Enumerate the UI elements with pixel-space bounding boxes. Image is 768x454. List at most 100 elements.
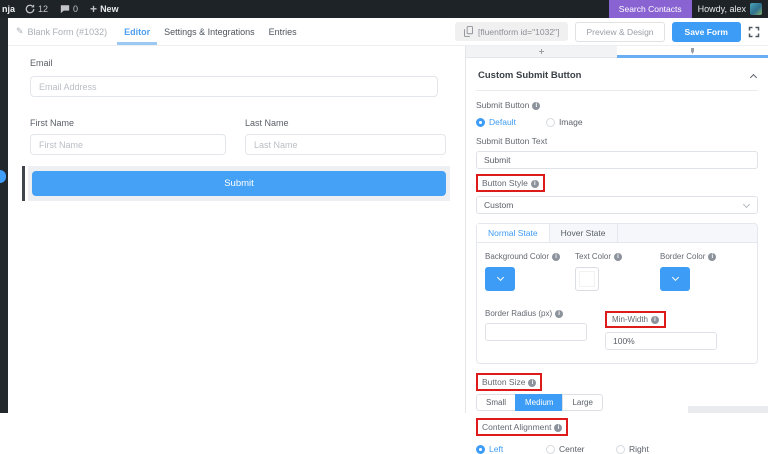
info-icon [528, 379, 536, 387]
info-icon [708, 253, 716, 261]
customization-tab-icon [690, 48, 695, 54]
alignment-radio-group: Left Center Right [476, 444, 758, 454]
min-width-annotation: Min-Width [605, 311, 666, 328]
panel-body: Custom Submit Button Submit Button Defau… [466, 58, 768, 454]
button-style-label: Button Style [482, 178, 539, 188]
comments-indicator[interactable]: 0 [54, 0, 84, 18]
tab-settings-integrations[interactable]: Settings & Integrations [157, 18, 262, 45]
submit-button-text-input[interactable] [476, 151, 758, 169]
site-name-menu[interactable]: nja [0, 4, 19, 14]
tab-customization[interactable] [617, 46, 768, 58]
min-width-input[interactable] [605, 332, 717, 350]
wp-admin-bar: nja 12 0 + New Search Contacts Howdy, al… [0, 0, 768, 18]
pencil-icon: ✎ [16, 26, 24, 37]
update-icon [25, 4, 35, 14]
new-content-menu[interactable]: + New [84, 0, 125, 18]
section-title: Custom Submit Button [478, 70, 581, 81]
last-name-field[interactable] [245, 134, 446, 155]
shortcode-label: [fluentform id="1032"] [478, 27, 559, 37]
updates-indicator[interactable]: 12 [19, 0, 54, 18]
info-icon [531, 180, 539, 188]
border-radius-label: Border Radius (px) [485, 309, 605, 318]
background-color-label: Background Color [485, 252, 575, 261]
radio-align-left[interactable]: Left [476, 444, 546, 454]
text-color-label: Text Color [575, 252, 660, 261]
color-settings-row: Background Color Text Color Border Color [485, 252, 749, 296]
chevron-down-icon [671, 273, 678, 280]
tab-editor[interactable]: Editor [117, 18, 157, 45]
new-label: New [100, 4, 119, 14]
text-color-group: Text Color [575, 252, 660, 296]
submit-button-preview[interactable]: Submit [32, 171, 446, 196]
content-alignment-label: Content Alignment [482, 422, 562, 432]
tab-input-fields[interactable] [466, 46, 617, 58]
howdy-label: Howdy, alex [698, 4, 746, 14]
border-radius-input[interactable] [485, 323, 587, 341]
border-color-group: Border Color [660, 252, 749, 296]
info-icon [532, 102, 540, 110]
preview-design-button[interactable]: Preview & Design [575, 22, 664, 42]
tab-hover-state[interactable]: Hover State [550, 224, 618, 242]
size-small-button[interactable]: Small [476, 394, 516, 411]
state-panel-body: Background Color Text Color Border Color [477, 243, 757, 363]
wp-side-rail [0, 18, 8, 413]
save-form-button[interactable]: Save Form [672, 22, 741, 42]
size-large-button[interactable]: Large [562, 394, 602, 411]
form-title-label: Blank Form (#1032) [28, 27, 108, 37]
submit-type-radio-group: Default Image [476, 117, 758, 127]
chevron-down-icon [496, 273, 503, 280]
radio-dot [546, 445, 555, 454]
button-style-value: Custom [484, 200, 513, 210]
button-size-label: Button Size [482, 377, 536, 387]
selected-element-bar [22, 166, 25, 201]
info-icon [614, 253, 622, 261]
section-header[interactable]: Custom Submit Button [476, 58, 758, 91]
info-icon [555, 310, 563, 318]
radio-align-right[interactable]: Right [616, 444, 686, 454]
radio-default[interactable]: Default [476, 117, 516, 127]
first-name-field-label: First Name [30, 118, 74, 128]
toolbar-actions: [fluentform id="1032"] Preview & Design … [455, 22, 768, 42]
fullscreen-icon [748, 26, 760, 38]
info-icon [554, 424, 562, 432]
fields-tab-icon [539, 49, 544, 54]
tab-entries[interactable]: Entries [262, 18, 304, 45]
button-size-annotation: Button Size [476, 373, 542, 391]
text-color-picker[interactable] [575, 267, 599, 291]
border-color-picker[interactable] [660, 267, 690, 291]
chevron-up-icon [750, 73, 757, 80]
radio-dot [616, 445, 625, 454]
form-title[interactable]: ✎ Blank Form (#1032) [8, 26, 117, 37]
radio-align-center[interactable]: Center [546, 444, 616, 454]
submit-button-text-label: Submit Button Text [476, 136, 758, 146]
button-style-select[interactable]: Custom [476, 196, 758, 214]
shortcode-copy-button[interactable]: [fluentform id="1032"] [455, 22, 568, 41]
howdy-account-menu[interactable]: Howdy, alex [692, 3, 768, 15]
state-tabs: Normal State Hover State [477, 224, 757, 243]
radio-dot [546, 118, 555, 127]
email-field-label: Email [30, 58, 53, 68]
background-color-group: Background Color [485, 252, 575, 296]
size-medium-button[interactable]: Medium [515, 394, 563, 411]
comments-count: 0 [73, 4, 78, 14]
plus-icon: + [90, 4, 97, 14]
first-name-field[interactable] [30, 134, 226, 155]
email-field[interactable] [30, 76, 438, 97]
tab-normal-state[interactable]: Normal State [477, 224, 550, 242]
border-radius-group: Border Radius (px) [485, 309, 605, 350]
chevron-down-icon [743, 200, 750, 207]
min-width-label: Min-Width [612, 315, 659, 324]
copy-icon [464, 26, 473, 37]
info-icon [651, 316, 659, 324]
radio-image[interactable]: Image [546, 117, 583, 127]
search-contacts-button[interactable]: Search Contacts [609, 0, 692, 18]
min-width-group: Min-Width [605, 309, 749, 350]
avatar [750, 3, 762, 15]
form-canvas: Email First Name Last Name Submit [8, 46, 465, 413]
bottom-corner-strip [688, 406, 768, 413]
content-alignment-annotation: Content Alignment [476, 418, 568, 436]
fullscreen-button[interactable] [748, 26, 760, 38]
radio-dot [476, 445, 485, 454]
editor-sidebar-panel: Custom Submit Button Submit Button Defau… [465, 46, 768, 413]
background-color-picker[interactable] [485, 267, 515, 291]
